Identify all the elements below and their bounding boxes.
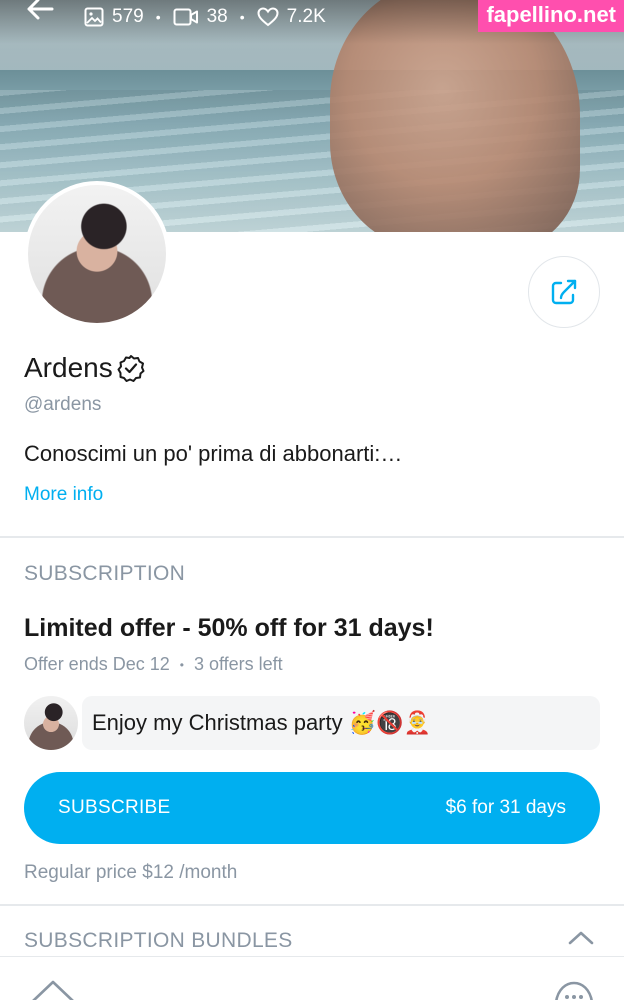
separator-dot: • (155, 9, 161, 25)
videos-stat[interactable]: 38 (173, 6, 228, 28)
more-icon[interactable] (554, 981, 594, 1000)
videos-count: 38 (206, 6, 228, 27)
offer-ends: Offer ends Dec 12 (24, 654, 170, 674)
likes-stat: 7.2K (257, 6, 326, 28)
bundles-section-title[interactable]: SUBSCRIPTION BUNDLES (24, 929, 293, 953)
video-icon (173, 8, 198, 26)
message-text: Enjoy my Christmas party 🥳🔞🤶 (82, 696, 600, 750)
offer-title: Limited offer - 50% off for 31 days! (24, 614, 434, 642)
chevron-up-icon[interactable] (566, 928, 596, 953)
profile-handle: @ardens (24, 394, 102, 415)
offers-left: 3 offers left (193, 654, 283, 674)
subscribe-button[interactable]: SUBSCRIBE $6 for 31 days (24, 772, 600, 844)
home-icon[interactable] (30, 979, 76, 1000)
heart-icon (257, 7, 279, 27)
share-button[interactable] (528, 256, 600, 328)
profile-name-row: Ardens (24, 352, 145, 384)
divider (0, 536, 624, 538)
separator-dot: • (179, 657, 184, 672)
photos-stat[interactable]: 579 (84, 6, 144, 28)
subscribe-price: $6 for 31 days (445, 797, 566, 818)
bottom-nav (0, 956, 624, 1000)
subscription-section-title: SUBSCRIPTION (24, 562, 186, 585)
profile-stats: 579 • 38 • 7.2K (84, 6, 326, 28)
profile-avatar[interactable] (24, 181, 170, 327)
image-icon (84, 7, 104, 27)
message-avatar (24, 696, 78, 750)
offer-message: Enjoy my Christmas party 🥳🔞🤶 (24, 696, 600, 750)
separator-dot: • (239, 9, 245, 25)
watermark: fapellino.net (478, 0, 624, 32)
back-arrow-icon[interactable] (26, 0, 54, 26)
verified-badge-icon (117, 355, 145, 382)
share-icon (551, 279, 577, 305)
offer-meta: Offer ends Dec 12 • 3 offers left (24, 654, 283, 675)
regular-price: Regular price $12 /month (24, 862, 238, 883)
profile-name: Ardens (24, 352, 113, 383)
subscribe-label: SUBSCRIBE (58, 797, 171, 818)
more-info-link[interactable]: More info (24, 484, 103, 506)
profile-bio: Conoscimi un po' prima di abbonarti:… (24, 441, 403, 466)
divider (0, 904, 624, 906)
likes-count: 7.2K (286, 6, 326, 27)
photos-count: 579 (112, 6, 144, 27)
